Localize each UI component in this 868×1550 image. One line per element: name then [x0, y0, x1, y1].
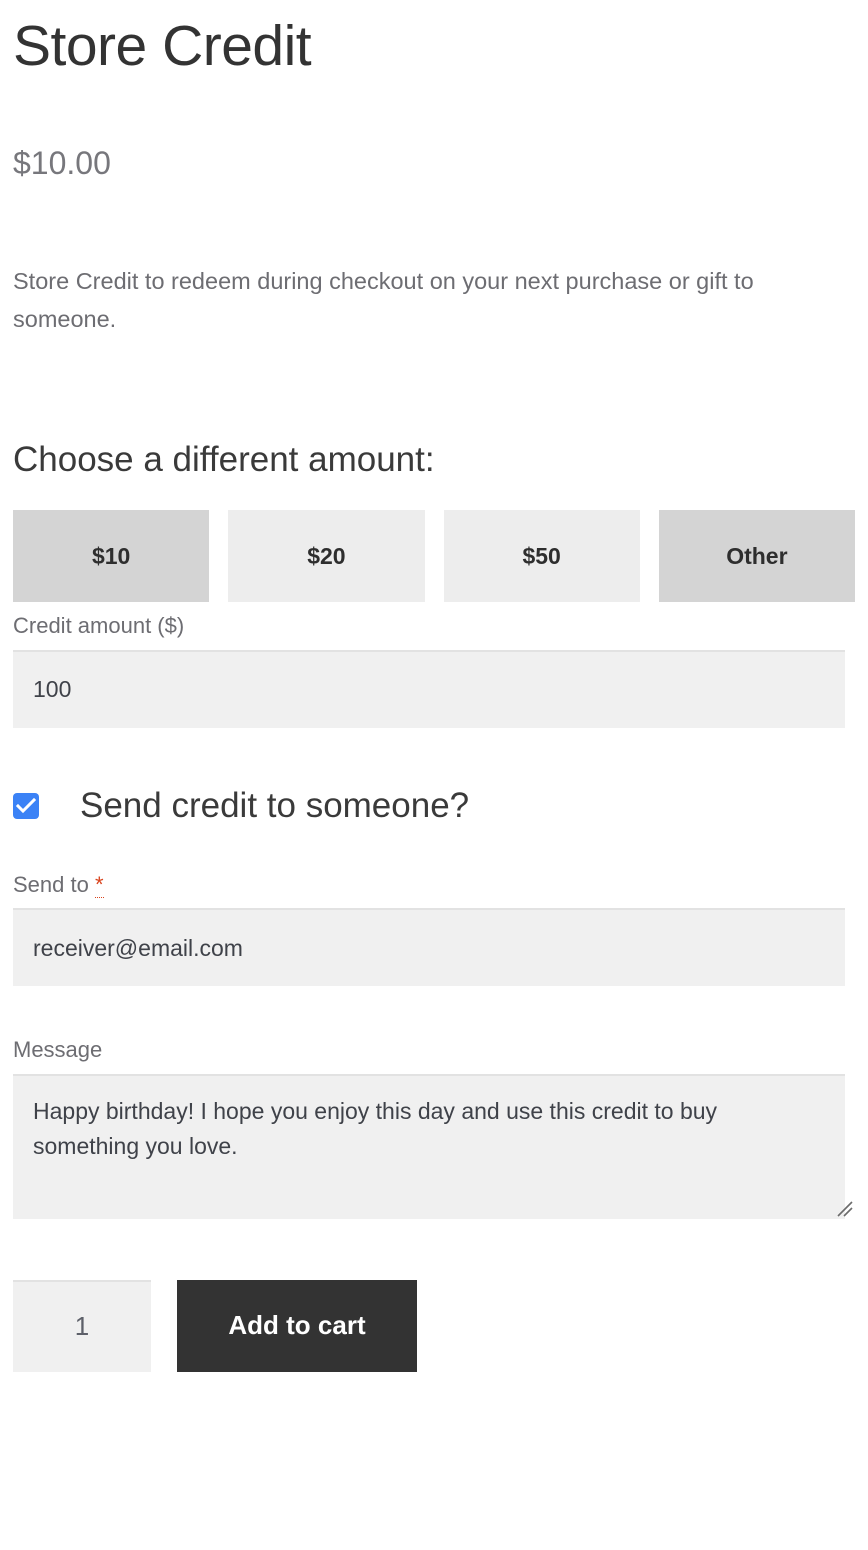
product-description: Store Credit to redeem during checkout o…: [13, 182, 855, 338]
credit-amount-field: Credit amount ($): [13, 612, 855, 728]
message-textarea[interactable]: Happy birthday! I hope you enjoy this da…: [13, 1074, 845, 1219]
product-price: $10.00: [13, 80, 855, 182]
credit-amount-input[interactable]: [13, 650, 845, 728]
amount-options-group: $10 $20 $50 Other: [13, 510, 855, 602]
send-credit-checkbox-label[interactable]: Send credit to someone?: [80, 785, 469, 827]
add-to-cart-button[interactable]: Add to cart: [177, 1280, 417, 1372]
add-to-cart-row: Add to cart: [13, 1280, 855, 1372]
send-to-input[interactable]: [13, 908, 845, 986]
amount-option-other[interactable]: Other: [659, 510, 855, 602]
amount-option-20[interactable]: $20: [228, 510, 424, 602]
send-to-field: Send to *: [13, 871, 855, 987]
send-to-label-text: Send to: [13, 872, 89, 897]
required-asterisk: *: [95, 872, 104, 898]
choose-amount-heading: Choose a different amount:: [13, 338, 855, 481]
product-page: Store Credit $10.00 Store Credit to rede…: [0, 0, 868, 1550]
amount-option-50[interactable]: $50: [444, 510, 640, 602]
send-to-label: Send to *: [13, 871, 855, 900]
checkmark-icon: [16, 797, 36, 815]
send-credit-checkbox[interactable]: [13, 793, 39, 819]
message-textarea-wrap: Happy birthday! I hope you enjoy this da…: [13, 1074, 855, 1219]
send-credit-checkbox-row[interactable]: Send credit to someone?: [13, 785, 855, 827]
message-field: Message Happy birthday! I hope you enjoy…: [13, 1036, 855, 1219]
amount-option-10[interactable]: $10: [13, 510, 209, 602]
page-title: Store Credit: [13, 0, 855, 80]
credit-amount-label: Credit amount ($): [13, 612, 855, 641]
quantity-input[interactable]: [13, 1280, 151, 1372]
message-label: Message: [13, 1036, 855, 1065]
